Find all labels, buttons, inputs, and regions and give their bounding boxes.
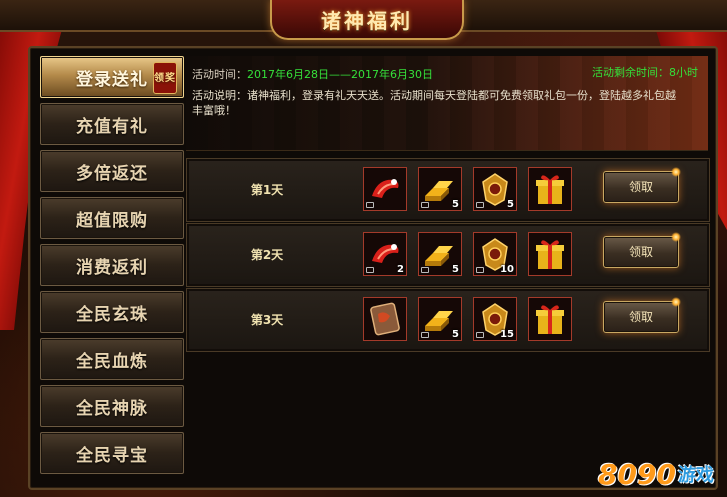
event-time: 活动时间：2017年6月28日——2017年6月30日 <box>192 68 433 81</box>
scroll-icon[interactable] <box>363 297 407 341</box>
gift-box-icon[interactable] <box>528 167 572 211</box>
sidebar-item-login-gift[interactable]: 登录送礼 领奖 <box>40 56 184 98</box>
day-label: 第1天 <box>250 183 284 197</box>
sidebar-item-label: 全民玄珠 <box>76 304 148 325</box>
red-cloak-icon[interactable] <box>363 167 407 211</box>
red-cloak-icon[interactable]: 2 <box>363 232 407 276</box>
sidebar-item-spend-rebate[interactable]: 消费返利 <box>40 244 184 286</box>
bound-lock-icon <box>476 202 484 208</box>
sidebar-item-shenmai[interactable]: 全民神脉 <box>40 385 184 427</box>
gold-bars-icon[interactable]: 5 <box>418 297 462 341</box>
event-description: 活动说明：诸神福利，登录有礼天天送。活动期间每天登陆都可免费领取礼包一份，登陆越… <box>192 89 676 117</box>
bound-lock-icon <box>421 202 429 208</box>
claim-badge: 领奖 <box>153 62 177 94</box>
day-label: 第3天 <box>250 313 284 327</box>
medal-icon[interactable]: 5 <box>473 167 517 211</box>
sidebar-item-label: 充值有礼 <box>76 116 148 137</box>
bound-lock-icon <box>366 267 374 273</box>
sidebar-item-limited-buy[interactable]: 超值限购 <box>40 197 184 239</box>
gift-box-icon[interactable] <box>528 232 572 276</box>
reward-row-day3: 第3天 5 15 领取 <box>186 288 710 352</box>
sidebar-item-label: 全民神脉 <box>76 398 148 419</box>
sidebar-item-xuelian[interactable]: 全民血炼 <box>40 338 184 380</box>
sidebar-item-label: 多倍返还 <box>76 163 148 184</box>
sidebar-item-label: 全民血炼 <box>76 351 148 372</box>
sidebar-item-label: 登录送礼 <box>76 69 148 90</box>
gold-bars-icon[interactable]: 5 <box>418 167 462 211</box>
medal-icon[interactable]: 10 <box>473 232 517 276</box>
bound-lock-icon <box>476 332 484 338</box>
time-remaining: 活动剩余时间：8小时 <box>592 66 698 79</box>
claim-button[interactable]: 领取 <box>603 301 679 333</box>
reward-row-day1: 第1天 5 5 领取 <box>186 158 710 222</box>
sparkle-effect <box>671 167 681 177</box>
sidebar-item-xuanzhu[interactable]: 全民玄珠 <box>40 291 184 333</box>
sidebar-item-recharge-gift[interactable]: 充值有礼 <box>40 103 184 145</box>
window-title: 诸神福利 <box>321 8 413 33</box>
event-info: 活动时间：2017年6月28日——2017年6月30日 活动剩余时间：8小时 活… <box>186 56 708 151</box>
sparkle-effect <box>671 232 681 242</box>
bound-lock-icon <box>476 267 484 273</box>
day-label: 第2天 <box>250 248 284 262</box>
medal-icon[interactable]: 15 <box>473 297 517 341</box>
sidebar-item-label: 消费返利 <box>76 257 148 278</box>
sidebar-item-label: 超值限购 <box>76 210 148 231</box>
title-plaque: 诸神福利 <box>270 0 464 40</box>
gift-box-icon[interactable] <box>528 297 572 341</box>
sidebar-item-treasure-hunt[interactable]: 全民寻宝 <box>40 432 184 474</box>
sparkle-effect <box>671 297 681 307</box>
reward-row-day2: 第2天 2 5 10 领取 <box>186 223 710 287</box>
sidebar-item-multi-return[interactable]: 多倍返还 <box>40 150 184 192</box>
bound-lock-icon <box>366 202 374 208</box>
bound-lock-icon <box>421 267 429 273</box>
sidebar-item-label: 全民寻宝 <box>76 445 148 466</box>
watermark-logo: 8090 游戏 <box>598 457 714 491</box>
bound-lock-icon <box>421 332 429 338</box>
claim-button[interactable]: 领取 <box>603 236 679 268</box>
claim-button[interactable]: 领取 <box>603 171 679 203</box>
gold-bars-icon[interactable]: 5 <box>418 232 462 276</box>
